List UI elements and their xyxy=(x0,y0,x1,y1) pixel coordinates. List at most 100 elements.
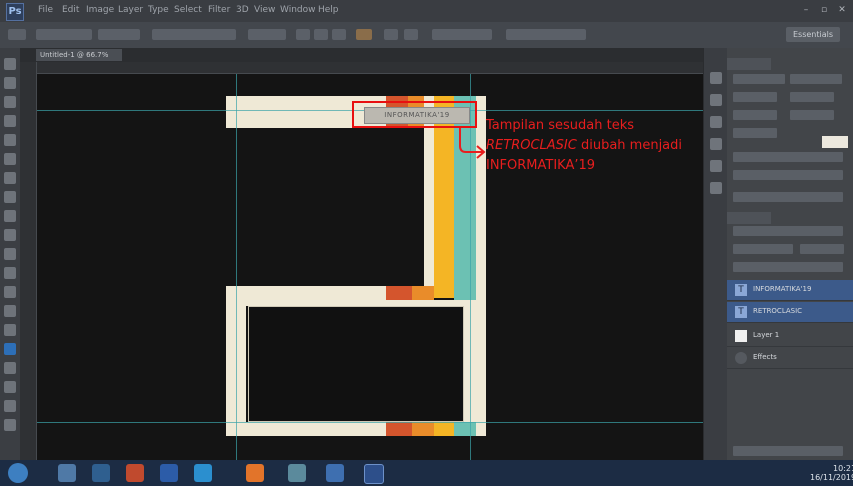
option-control[interactable] xyxy=(506,29,586,40)
antialias-select[interactable] xyxy=(248,29,286,40)
taskbar-app-icon[interactable] xyxy=(160,464,178,482)
menu-select[interactable]: Select xyxy=(174,5,202,16)
eyedropper-tool-icon[interactable] xyxy=(4,153,16,165)
marquee-tool-icon[interactable] xyxy=(4,77,16,89)
taskbar-app-icon[interactable] xyxy=(126,464,144,482)
opacity-field[interactable] xyxy=(800,244,844,254)
menu-view[interactable]: View xyxy=(254,5,275,16)
close-icon[interactable]: ✕ xyxy=(836,5,848,15)
align-left-button[interactable] xyxy=(296,29,310,40)
character-leading-field[interactable] xyxy=(790,92,834,102)
character-panel-icon[interactable] xyxy=(710,116,722,128)
blur-tool-icon[interactable] xyxy=(4,286,16,298)
artwork-middle-bar xyxy=(226,286,386,300)
horizontal-ruler[interactable] xyxy=(36,62,703,74)
blend-mode-select[interactable] xyxy=(733,244,793,254)
text-color-swatch[interactable] xyxy=(356,29,372,40)
shape-tool-icon[interactable] xyxy=(4,381,16,393)
option-control[interactable] xyxy=(432,29,492,40)
menu-type[interactable]: Type xyxy=(148,5,169,16)
align-center-button[interactable] xyxy=(314,29,328,40)
warp-text-button[interactable] xyxy=(384,29,398,40)
taskbar-app-icon[interactable] xyxy=(92,464,110,482)
properties-panel-icon[interactable] xyxy=(710,94,722,106)
guide-horizontal[interactable] xyxy=(37,422,703,423)
character-font-select[interactable] xyxy=(733,74,785,84)
character-kerning-field[interactable] xyxy=(733,110,777,120)
taskbar-app-icon[interactable] xyxy=(288,464,306,482)
character-style-select[interactable] xyxy=(790,74,842,84)
minimize-icon[interactable]: – xyxy=(800,5,812,15)
crop-tool-icon[interactable] xyxy=(4,134,16,146)
annotation-highlight-box xyxy=(352,101,477,128)
menu-image[interactable]: Image xyxy=(86,5,114,16)
language-select[interactable] xyxy=(733,192,843,202)
menu-3d[interactable]: 3D xyxy=(236,5,249,16)
panel-tab-paragraph[interactable] xyxy=(770,58,814,70)
taskbar-app-icon[interactable] xyxy=(326,464,344,482)
panel-tab-channels[interactable] xyxy=(770,212,814,224)
align-right-button[interactable] xyxy=(332,29,346,40)
font-size-select[interactable] xyxy=(152,29,236,40)
zoom-tool-icon[interactable] xyxy=(4,419,16,431)
move-tool-icon[interactable] xyxy=(4,58,16,70)
history-brush-tool-icon[interactable] xyxy=(4,229,16,241)
pen-tool-icon[interactable] xyxy=(4,324,16,336)
gradient-tool-icon[interactable] xyxy=(4,267,16,279)
quick-select-tool-icon[interactable] xyxy=(4,115,16,127)
layer-row[interactable]: T RETROCLASIC xyxy=(727,302,853,323)
taskbar-app-icon[interactable] xyxy=(58,464,76,482)
character-panel-button[interactable] xyxy=(404,29,418,40)
path-select-tool-icon[interactable] xyxy=(4,362,16,374)
panel-tab-character[interactable] xyxy=(727,58,771,70)
dodge-tool-icon[interactable] xyxy=(4,305,16,317)
character-tracking-field[interactable] xyxy=(790,110,834,120)
character-scale-field[interactable] xyxy=(733,128,777,138)
font-family-select[interactable] xyxy=(36,29,92,40)
stamp-tool-icon[interactable] xyxy=(4,210,16,222)
layer-name: Effects xyxy=(753,353,777,361)
healing-tool-icon[interactable] xyxy=(4,172,16,184)
panel-tab-layers[interactable] xyxy=(727,212,771,224)
font-style-select[interactable] xyxy=(98,29,140,40)
paragraph-panel-icon[interactable] xyxy=(710,138,722,150)
character-color-swatch[interactable] xyxy=(822,136,848,148)
menu-filter[interactable]: Filter xyxy=(208,5,230,16)
character-size-field[interactable] xyxy=(733,92,777,102)
history-panel-icon[interactable] xyxy=(710,72,722,84)
character-options-row[interactable] xyxy=(733,170,843,180)
workspace-switcher[interactable]: Essentials xyxy=(786,27,840,42)
menu-window[interactable]: Window xyxy=(280,5,316,16)
layer-row[interactable]: Effects xyxy=(727,348,853,369)
brush-tool-icon[interactable] xyxy=(4,191,16,203)
layer-row[interactable]: T INFORMATIKA'19 xyxy=(727,280,853,301)
layer-row[interactable]: Layer 1 xyxy=(727,326,853,347)
maximize-icon[interactable]: ▫ xyxy=(818,5,830,15)
lasso-tool-icon[interactable] xyxy=(4,96,16,108)
document-tab[interactable]: Untitled-1 @ 66.7% xyxy=(36,49,122,61)
menu-help[interactable]: Help xyxy=(318,5,339,16)
guide-vertical[interactable] xyxy=(236,74,237,460)
menu-file[interactable]: File xyxy=(38,5,53,16)
layer-filter-row[interactable] xyxy=(733,226,843,236)
swatches-panel-icon[interactable] xyxy=(710,182,722,194)
annotation-line-1: Tampilan sesudah teks xyxy=(486,118,635,133)
start-button-icon[interactable] xyxy=(8,463,28,483)
taskbar-app-icon[interactable] xyxy=(194,464,212,482)
photoshop-taskbar-icon[interactable] xyxy=(364,464,384,484)
text-layer-icon: T xyxy=(735,306,747,318)
lock-fill-row[interactable] xyxy=(733,262,843,272)
vertical-ruler[interactable] xyxy=(20,62,37,460)
eraser-tool-icon[interactable] xyxy=(4,248,16,260)
layers-bottom-toolbar[interactable] xyxy=(733,446,843,456)
artwork-bottom-orange xyxy=(412,422,434,436)
menu-edit[interactable]: Edit xyxy=(62,5,79,16)
taskbar-app-icon[interactable] xyxy=(246,464,264,482)
annotation-line-2-rest: diubah menjadi xyxy=(576,138,683,153)
character-style-buttons[interactable] xyxy=(733,152,843,162)
brush-panel-icon[interactable] xyxy=(710,160,722,172)
type-tool-icon[interactable] xyxy=(4,343,16,355)
hand-tool-icon[interactable] xyxy=(4,400,16,412)
tool-preset-picker[interactable] xyxy=(8,29,26,40)
menu-layer[interactable]: Layer xyxy=(118,5,143,16)
